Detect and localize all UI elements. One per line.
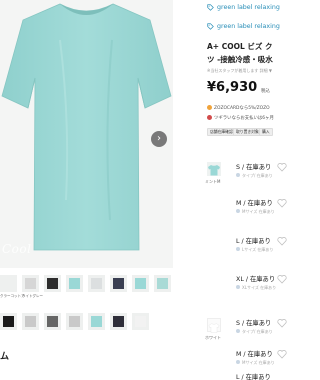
tshirt-image (1, 3, 172, 251)
thumbnail-label: クラーコットア (0, 294, 24, 298)
image-watermark: Cool (2, 242, 32, 256)
heart-icon[interactable] (277, 236, 287, 246)
color-thumb-white[interactable] (207, 318, 221, 333)
size-label: L / 在庫あり (236, 238, 271, 245)
thumbnail-10[interactable] (44, 313, 61, 330)
size-row[interactable]: XL / 在庫あり XLサイズ 在庫あり (236, 274, 287, 300)
product-info: green label relaxing green label relaxin… (180, 0, 287, 380)
thumbnail-1[interactable] (22, 275, 39, 292)
heart-icon[interactable] (277, 162, 287, 172)
purchase-button[interactable]: 購入 (259, 128, 273, 136)
person-icon (236, 173, 240, 177)
size-label: L / 在庫あり (236, 374, 271, 380)
heart-icon[interactable] (277, 274, 287, 284)
size-row[interactable]: S / 在庫あり タイプ/ 在庫あり (236, 162, 287, 188)
reserve-button[interactable]: 取り置き対象 (233, 128, 262, 136)
thumbnail-label: ライトグレー (22, 294, 43, 298)
thumbnail-14[interactable] (132, 313, 149, 330)
point-text: ツギラいならお支払いは6ヶ月 (214, 116, 274, 121)
price: ¥6,930 (207, 80, 258, 95)
point-info: ZOZOCARDなら5%/ZOZO (207, 105, 270, 111)
store-stock-button[interactable]: 店舗在庫確認 (207, 128, 236, 136)
thumbnail-row (0, 313, 173, 333)
size-label: XL / 在庫あり (236, 276, 276, 283)
size-label: M / 在庫あり (236, 200, 273, 207)
thumbnail-8[interactable] (0, 313, 17, 330)
product-gallery: Cool › クラーコットア ライトグレー ム (0, 0, 173, 380)
size-sub: タイプ/ 在庫あり (236, 329, 273, 335)
tax-label: 税込 (261, 89, 270, 94)
tshirt-icon (208, 165, 220, 176)
size-label: M / 在庫あり (236, 351, 273, 358)
thumbnail-2[interactable] (44, 275, 61, 292)
size-sub: Lサイズ 在庫あり (236, 247, 273, 253)
size-row[interactable]: M / 在庫あり Mサイズ 在庫あり (236, 198, 287, 224)
size-label: S / 在庫あり (236, 320, 272, 327)
product-title: A+ COOL ビズ ク ツ -接触冷感・吸水 (207, 40, 280, 66)
title-line: A+ COOL ビズ ク (207, 42, 273, 51)
size-label: S / 在庫あり (236, 164, 272, 171)
thumbnail-4[interactable] (88, 275, 105, 292)
person-icon (236, 209, 240, 213)
size-sub: Mサイズ 在庫あり (236, 209, 275, 215)
size-sub: タイプ/ 在庫あり (236, 173, 273, 179)
tshirt-icon (208, 323, 220, 333)
section-heading: ム (0, 352, 10, 362)
size-row[interactable]: L / 在庫あり (236, 372, 280, 380)
thumbnail-row: クラーコットア ライトグレー (0, 275, 173, 298)
heart-icon[interactable] (277, 349, 287, 359)
tag-icon (207, 4, 214, 11)
thumbnail-0[interactable] (0, 275, 17, 292)
thumbnail-9[interactable] (22, 313, 39, 330)
zozocard-icon (207, 105, 212, 110)
person-icon (236, 247, 240, 251)
heart-icon[interactable] (277, 318, 287, 328)
size-sub: XLサイズ 在庫あり (236, 285, 276, 291)
size-row[interactable]: S / 在庫あり タイプ/ 在庫あり (236, 318, 287, 344)
main-product-image[interactable]: Cool › (0, 0, 173, 268)
thumbnail-3[interactable] (66, 275, 83, 292)
brand-link[interactable]: green label relaxing (217, 23, 280, 30)
brand-link[interactable]: green label relaxing (217, 4, 280, 11)
color-name: ホワイト (205, 335, 221, 340)
staff-note[interactable]: ※当社スタッフが着用します 詳細 ▼ (207, 68, 272, 74)
thumbnail-7[interactable] (154, 275, 171, 292)
thumbnail-12[interactable] (88, 313, 105, 330)
size-sub: Mサイズ 在庫あり (236, 360, 275, 366)
thumbnail-5[interactable] (110, 275, 127, 292)
payment-icon (207, 115, 212, 120)
tag-icon (207, 23, 214, 30)
person-icon (236, 329, 240, 333)
color-name: ミントM (205, 179, 221, 184)
person-icon (236, 285, 240, 289)
next-image-button[interactable]: › (151, 131, 167, 147)
point-text: ZOZOCARDなら5%/ZOZO (214, 106, 270, 111)
thumbnail-6[interactable] (132, 275, 149, 292)
color-thumb-mint[interactable] (207, 162, 221, 176)
thumbnail-13[interactable] (110, 313, 127, 330)
title-line: ツ -接触冷感・吸水 (207, 55, 273, 64)
point-info: ツギラいならお支払いは6ヶ月 (207, 115, 274, 121)
size-row[interactable]: L / 在庫あり Lサイズ 在庫あり (236, 236, 287, 262)
thumbnail-11[interactable] (66, 313, 83, 330)
heart-icon[interactable] (277, 198, 287, 208)
person-icon (236, 360, 240, 364)
